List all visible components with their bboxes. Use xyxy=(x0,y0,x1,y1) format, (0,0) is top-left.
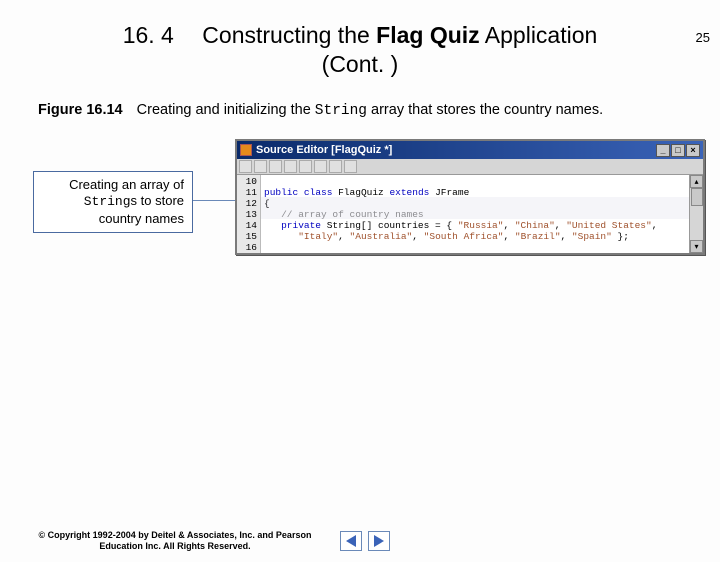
gutter-line: 15 xyxy=(237,231,257,242)
gutter-line: 13 xyxy=(237,209,257,220)
toolbar-button[interactable] xyxy=(254,160,267,173)
callout-mono: String xyxy=(84,194,131,209)
copyright-l2: Education Inc. All Rights Reserved. xyxy=(20,541,330,552)
copyright-l1: © Copyright 1992-2004 by Deitel & Associ… xyxy=(20,530,330,541)
str: "United States" xyxy=(566,220,652,231)
kw: public xyxy=(264,187,298,198)
scroll-thumb[interactable] xyxy=(691,188,703,206)
slide-heading: 16. 4 Constructing the Flag Quiz Applica… xyxy=(70,22,650,49)
code-text: , xyxy=(561,231,572,242)
title-text: Constructing the Flag Quiz Application xyxy=(202,22,597,48)
code-text: JFrame xyxy=(429,187,469,198)
kw: class xyxy=(304,187,333,198)
code-text: String[] countries = { xyxy=(321,220,458,231)
comment: // array of country names xyxy=(264,209,424,220)
content-row: Creating an array of Strings to store co… xyxy=(0,139,720,259)
gutter-line: 10 xyxy=(237,176,257,187)
figure-caption: Figure 16.14 Creating and initializing t… xyxy=(38,102,720,119)
code-text: , xyxy=(652,220,658,231)
toolbar-button[interactable] xyxy=(344,160,357,173)
kw: extends xyxy=(389,187,429,198)
str: "Italy" xyxy=(298,231,338,242)
str: "China" xyxy=(515,220,555,231)
callout-connector xyxy=(193,200,235,201)
figure-number: Figure 16.14 xyxy=(38,102,123,118)
title-line2: (Cont. ) xyxy=(0,51,720,78)
code-text: , xyxy=(504,231,515,242)
callout-line2: Strings to store xyxy=(42,193,184,210)
title-post: Application xyxy=(480,22,598,48)
toolbar-button[interactable] xyxy=(329,160,342,173)
prev-slide-button[interactable] xyxy=(340,531,362,551)
ide-titlebar[interactable]: Source Editor [FlagQuiz *] _ □ × xyxy=(237,141,703,159)
vertical-scrollbar[interactable]: ▴ ▾ xyxy=(689,175,703,253)
code-text: FlagQuiz xyxy=(332,187,389,198)
scroll-down-button[interactable]: ▾ xyxy=(690,240,703,253)
str: "Australia" xyxy=(350,231,413,242)
ide-title: Source Editor [FlagQuiz *] xyxy=(256,144,656,156)
code-text: }; xyxy=(612,231,629,242)
gutter-line: 12 xyxy=(237,198,257,209)
code-text: , xyxy=(503,220,514,231)
gutter-line: 16 xyxy=(237,242,257,253)
triangle-left-icon xyxy=(346,535,356,547)
ide-body: 10 11 12 13 14 15 16 public class FlagQu… xyxy=(237,175,703,253)
str: "Spain" xyxy=(572,231,612,242)
next-slide-button[interactable] xyxy=(368,531,390,551)
minimize-button[interactable]: _ xyxy=(656,144,670,157)
code-area[interactable]: public class FlagQuiz extends JFrame { /… xyxy=(261,175,689,253)
caption-pre: Creating and initializing the xyxy=(137,102,315,118)
footer: © Copyright 1992-2004 by Deitel & Associ… xyxy=(20,530,700,553)
callout-box: Creating an array of Strings to store co… xyxy=(33,171,193,233)
callout-line1: Creating an array of xyxy=(42,177,184,193)
callout-l2-post: s to store xyxy=(131,193,184,208)
str: "Brazil" xyxy=(515,231,561,242)
str: "South Africa" xyxy=(424,231,504,242)
line-gutter: 10 11 12 13 14 15 16 xyxy=(237,175,261,253)
nav-buttons xyxy=(340,531,390,551)
toolbar-button[interactable] xyxy=(239,160,252,173)
section-number: 16. 4 xyxy=(123,22,174,48)
gutter-line: 14 xyxy=(237,220,257,231)
ide-toolbar xyxy=(237,159,703,175)
toolbar-button[interactable] xyxy=(299,160,312,173)
callout-line3: country names xyxy=(42,211,184,227)
copyright: © Copyright 1992-2004 by Deitel & Associ… xyxy=(20,530,330,553)
page-number: 25 xyxy=(696,30,710,45)
gutter-line: 11 xyxy=(237,187,257,198)
code-text: , xyxy=(555,220,566,231)
code-text: { xyxy=(264,198,270,209)
scroll-up-button[interactable]: ▴ xyxy=(690,175,703,188)
caption-mono: String xyxy=(315,103,367,119)
title-pre: Constructing the xyxy=(202,22,376,48)
close-button[interactable]: × xyxy=(686,144,700,157)
triangle-right-icon xyxy=(374,535,384,547)
toolbar-button[interactable] xyxy=(284,160,297,173)
window-controls: _ □ × xyxy=(656,144,700,157)
code-text: , xyxy=(338,231,349,242)
kw: private xyxy=(264,220,321,231)
code-text: , xyxy=(412,231,423,242)
toolbar-button[interactable] xyxy=(269,160,282,173)
code-text xyxy=(264,231,298,242)
caption-post: array that stores the country names. xyxy=(367,102,603,118)
editor-icon xyxy=(240,144,252,156)
toolbar-button[interactable] xyxy=(314,160,327,173)
title-bold: Flag Quiz xyxy=(376,22,480,48)
str: "Russia" xyxy=(458,220,504,231)
ide-window: Source Editor [FlagQuiz *] _ □ × 10 11 1… xyxy=(235,139,705,255)
maximize-button[interactable]: □ xyxy=(671,144,685,157)
